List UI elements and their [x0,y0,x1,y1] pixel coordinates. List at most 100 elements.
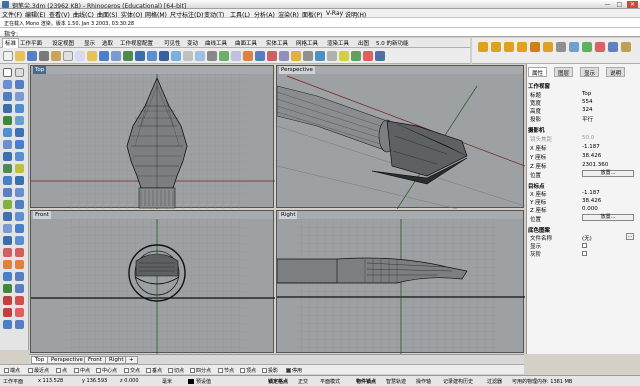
text-icon[interactable] [3,308,12,317]
snap-end[interactable]: 端点 [4,367,20,374]
rotate-view-icon[interactable] [123,51,133,61]
light-icon[interactable] [339,51,349,61]
panel-tab-layers[interactable]: 图层 [554,67,574,77]
group-icon[interactable] [3,284,12,293]
show-icon[interactable] [279,51,289,61]
snap-vertex[interactable]: 顶点 [240,367,256,374]
select-icon[interactable] [3,68,12,77]
vray-batch-icon[interactable] [608,42,618,52]
fillet-icon[interactable] [3,236,12,245]
copy-object-icon[interactable] [15,248,24,257]
field-lens-value[interactable]: 50.0 [582,135,594,141]
maximize-button[interactable]: □ [614,1,625,8]
free-curve-icon[interactable] [15,116,24,125]
zoom-window-icon[interactable] [147,51,157,61]
move-icon[interactable] [3,248,12,257]
tab-surface-tools[interactable]: 曲面工具 [233,39,259,47]
layer-icon[interactable] [219,51,229,61]
cylinder-icon[interactable] [3,176,12,185]
tab-solid-tools[interactable]: 实体工具 [264,39,290,47]
arc-icon[interactable] [15,92,24,101]
point-icon[interactable] [15,68,24,77]
tab-cplanes[interactable]: 工作平面 [18,39,44,47]
snap-tangent[interactable]: 切点 [168,367,184,374]
tab-standard[interactable]: 标准 [2,38,20,48]
status-cplane[interactable]: 工作平面 [3,378,23,385]
cplane-icon[interactable] [207,51,217,61]
pan-icon[interactable] [111,51,121,61]
vptab-perspective[interactable]: Perspective [47,356,87,364]
tab-display[interactable]: 显示 [82,39,97,47]
cut-icon[interactable] [63,51,73,61]
hide-icon[interactable] [267,51,277,61]
join-icon[interactable] [15,212,24,221]
paste-icon[interactable] [87,51,97,61]
curve-icon[interactable] [15,80,24,89]
dimension-icon[interactable] [327,51,337,61]
trim-icon[interactable] [15,200,24,209]
loft-icon[interactable] [3,140,12,149]
panel-tab-help[interactable]: 说明 [606,67,626,77]
field-height-value[interactable]: 324 [582,107,593,113]
analyze-curvature-icon[interactable] [15,296,24,305]
field-tgt-y-value[interactable]: 38.426 [582,198,601,204]
vptab-top[interactable]: Top [31,356,49,364]
snap-intersection[interactable]: 交点 [124,367,140,374]
network-srf-icon[interactable] [15,152,24,161]
polyline-icon[interactable] [3,80,12,89]
field-tgt-z-value[interactable]: 0.000 [582,206,598,212]
vptab-add[interactable]: + [125,356,138,364]
revolve-icon[interactable] [15,140,24,149]
extrude-icon[interactable] [15,128,24,137]
new-file-icon[interactable] [3,51,13,61]
options-icon[interactable] [363,51,373,61]
status-gumball[interactable]: 操作轴 [416,378,431,385]
block-icon[interactable] [3,320,12,329]
vray-camera-icon[interactable] [582,42,592,52]
viewport-right-label[interactable]: Right [279,211,298,219]
tab-visibility[interactable]: 可见性 [162,39,183,47]
command-line[interactable]: 指令: [0,28,640,38]
viewport-top-label[interactable]: Top [33,66,47,74]
vray-render-icon[interactable] [504,42,514,52]
vray-frame-buffer-icon[interactable] [517,42,527,52]
close-button[interactable]: ✕ [627,1,638,8]
status-smarttrack[interactable]: 智慧轨迹 [386,378,406,385]
field-cam-z-value[interactable]: 2301.360 [582,162,608,168]
snap-project[interactable]: 投影 [262,367,278,374]
field-tgt-x-value[interactable]: -1.187 [582,190,600,196]
field-cam-x-value[interactable]: -1.187 [582,144,600,150]
status-layer-swatch[interactable]: 预设值 [188,378,211,385]
ellipse-icon[interactable] [3,104,12,113]
snap-point[interactable]: 点 [56,367,67,374]
tab-mesh-tools[interactable]: 网格工具 [294,39,320,47]
undo-view-icon[interactable] [183,51,193,61]
hatch-icon[interactable] [15,308,24,317]
target-place-button[interactable]: 放置... [582,214,634,221]
chamfer-icon[interactable] [15,236,24,245]
points-on-icon[interactable] [3,296,12,305]
vray-light-icon[interactable] [530,42,540,52]
rotate-icon[interactable] [3,260,12,269]
vray-proxy-icon[interactable] [556,42,566,52]
scale-icon[interactable] [15,260,24,269]
lock-icon[interactable] [291,51,301,61]
status-history[interactable]: 记录建构历史 [443,378,473,385]
panel-tab-properties[interactable]: 属性 [528,67,548,77]
shaded-icon[interactable] [231,51,241,61]
undo-icon[interactable] [99,51,109,61]
zoom-extents-icon[interactable] [159,51,169,61]
boolean-diff-icon[interactable] [3,188,12,197]
snap-quad[interactable]: 四分点 [190,367,211,374]
snap-knot[interactable]: 节点 [218,367,234,374]
status-osnap[interactable]: 物件锁点 [356,378,376,385]
circle-icon[interactable] [3,92,12,101]
panel-tab-display[interactable]: 显示 [580,67,600,77]
minimize-button[interactable]: — [602,1,613,8]
gray-checkbox[interactable] [582,251,587,256]
tab-viewport-layout[interactable]: 工作视窗配置 [118,39,155,47]
array-icon[interactable] [15,272,24,281]
viewport-front[interactable]: Front [30,210,275,354]
viewport-top[interactable]: Top [30,65,275,209]
explode-icon[interactable] [3,224,12,233]
